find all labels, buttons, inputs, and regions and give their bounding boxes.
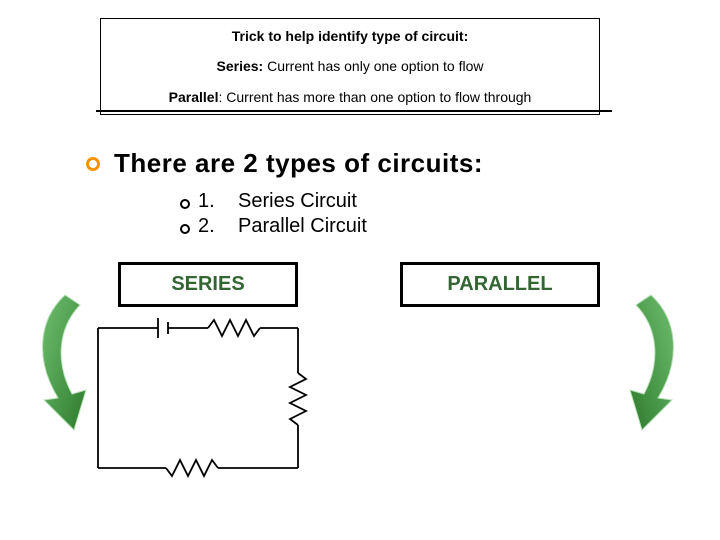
parallel-label-box: PARALLEL bbox=[400, 262, 600, 307]
trick-box: Trick to help identify type of circuit: … bbox=[100, 18, 600, 115]
trick-series-text: Current has only one option to flow bbox=[263, 58, 483, 74]
curved-arrow-left-icon bbox=[30, 290, 100, 440]
list-item: 2. Parallel Circuit bbox=[180, 215, 367, 238]
trick-title: Trick to help identify type of circuit: bbox=[109, 25, 591, 47]
series-circuit-diagram bbox=[88, 318, 318, 488]
list-item: 1. Series Circuit bbox=[180, 190, 367, 213]
heading-text: There are 2 types of circuits: bbox=[114, 148, 483, 179]
list-item-text: Parallel Circuit bbox=[238, 215, 367, 238]
curved-arrow-right-icon bbox=[616, 290, 686, 440]
trick-parallel-label: Parallel bbox=[169, 89, 219, 105]
list-item-number: 1. bbox=[198, 190, 230, 213]
title-underline bbox=[96, 110, 612, 112]
list-item-number: 2. bbox=[198, 215, 230, 238]
list-item-text: Series Circuit bbox=[238, 190, 357, 213]
ring-bullet-small-icon bbox=[180, 224, 190, 234]
trick-series-label: Series: bbox=[217, 58, 264, 74]
trick-parallel-line: Parallel: Current has more than one opti… bbox=[109, 86, 591, 108]
ring-bullet-small-icon bbox=[180, 199, 190, 209]
trick-parallel-text: : Current has more than one option to fl… bbox=[218, 89, 531, 105]
trick-series-line: Series: Current has only one option to f… bbox=[109, 55, 591, 77]
heading-row: There are 2 types of circuits: bbox=[86, 148, 483, 179]
series-label-box: SERIES bbox=[118, 262, 298, 307]
ring-bullet-icon bbox=[86, 157, 100, 171]
circuit-type-list: 1. Series Circuit 2. Parallel Circuit bbox=[180, 190, 367, 240]
